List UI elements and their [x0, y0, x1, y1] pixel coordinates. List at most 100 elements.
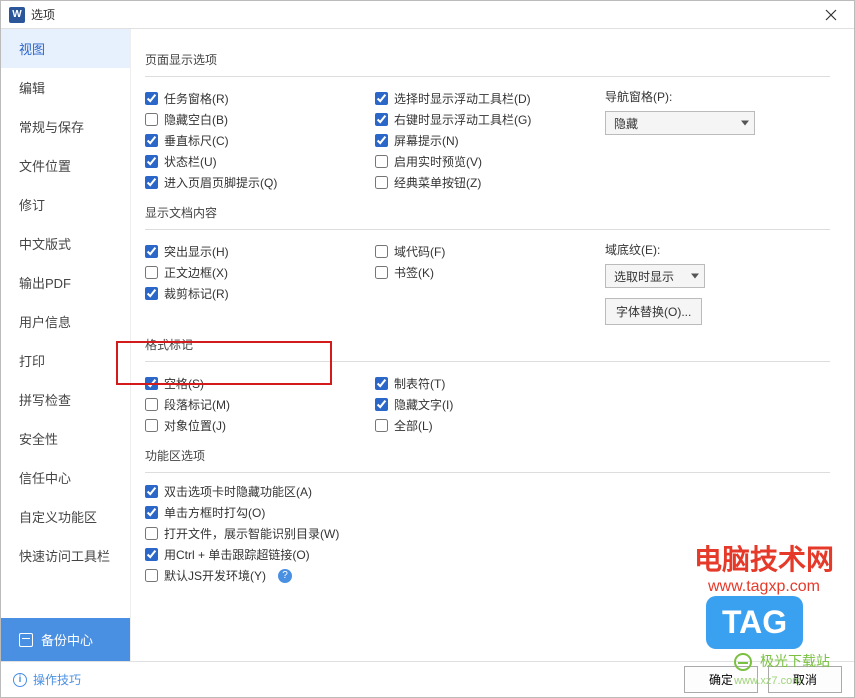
- titlebar: W 选项: [1, 1, 854, 29]
- font-substitution-button[interactable]: 字体替换(O)...: [605, 298, 702, 325]
- cb-header-footer-tip[interactable]: 进入页眉页脚提示(Q): [145, 172, 375, 193]
- cb-hide-blank[interactable]: 隐藏空白(B): [145, 109, 375, 130]
- sidebar-item-output-pdf[interactable]: 输出PDF: [1, 263, 130, 302]
- cb-bookmarks[interactable]: 书签(K): [375, 262, 605, 283]
- sidebar: 视图 编辑 常规与保存 文件位置 修订 中文版式 输出PDF 用户信息 打印 拼…: [1, 29, 131, 661]
- cb-vertical-ruler-input[interactable]: [145, 134, 158, 147]
- sidebar-item-general-save[interactable]: 常规与保存: [1, 107, 130, 146]
- cb-paragraph-marks[interactable]: 段落标记(M): [145, 394, 375, 415]
- sidebar-item-chinese-layout[interactable]: 中文版式: [1, 224, 130, 263]
- backup-center-button[interactable]: 备份中心: [1, 618, 130, 661]
- cb-field-codes-input[interactable]: [375, 245, 388, 258]
- cb-live-preview[interactable]: 启用实时预览(V): [375, 151, 605, 172]
- nav-pane-value: 隐藏: [614, 115, 638, 132]
- nav-pane-label: 导航窗格(P):: [605, 88, 805, 105]
- cb-paragraph-marks-input[interactable]: [145, 398, 158, 411]
- section-title-format-marks: 格式标记: [145, 336, 830, 355]
- cb-hidden-text-input[interactable]: [375, 398, 388, 411]
- cb-text-border[interactable]: 正文边框(X): [145, 262, 375, 283]
- cb-ctrl-click-hyperlink-input[interactable]: [145, 548, 158, 561]
- sidebar-item-quick-access[interactable]: 快速访问工具栏: [1, 536, 130, 575]
- sidebar-item-edit[interactable]: 编辑: [1, 68, 130, 107]
- tips-icon: i: [13, 673, 27, 687]
- cb-highlight[interactable]: 突出显示(H): [145, 241, 375, 262]
- section-title-page-display: 页面显示选项: [145, 51, 830, 70]
- sidebar-item-user-info[interactable]: 用户信息: [1, 302, 130, 341]
- chevron-down-icon: [691, 274, 699, 279]
- cb-object-position[interactable]: 对象位置(J): [145, 415, 375, 436]
- cb-field-codes[interactable]: 域代码(F): [375, 241, 605, 262]
- cb-vertical-ruler[interactable]: 垂直标尺(C): [145, 130, 375, 151]
- help-icon[interactable]: ?: [278, 569, 292, 583]
- tips-link[interactable]: 操作技巧: [33, 671, 81, 688]
- cb-highlight-input[interactable]: [145, 245, 158, 258]
- app-icon: W: [9, 7, 25, 23]
- watermark-jiguang: 极光下载站 www.xz7.com: [734, 651, 830, 687]
- sidebar-item-print[interactable]: 打印: [1, 341, 130, 380]
- sidebar-item-customize-ribbon[interactable]: 自定义功能区: [1, 497, 130, 536]
- cb-open-smart-toc[interactable]: 打开文件，展示智能识别目录(W): [145, 523, 830, 544]
- cb-spaces-input[interactable]: [145, 377, 158, 390]
- cb-open-smart-toc-input[interactable]: [145, 527, 158, 540]
- backup-label: 备份中心: [41, 630, 93, 649]
- cb-dblclick-hide-ribbon-input[interactable]: [145, 485, 158, 498]
- dialog-body: 视图 编辑 常规与保存 文件位置 修订 中文版式 输出PDF 用户信息 打印 拼…: [1, 29, 854, 661]
- cb-hide-blank-input[interactable]: [145, 113, 158, 126]
- cb-float-toolbar-select-input[interactable]: [375, 92, 388, 105]
- watermark-jiguang-title: 极光下载站: [760, 653, 830, 669]
- divider: [145, 361, 830, 362]
- sidebar-item-file-locations[interactable]: 文件位置: [1, 146, 130, 185]
- cb-click-box-check-input[interactable]: [145, 506, 158, 519]
- field-shading-label: 域底纹(E):: [605, 241, 805, 258]
- section-title-doc-content: 显示文档内容: [145, 204, 830, 223]
- cb-dblclick-hide-ribbon[interactable]: 双击选项卡时隐藏功能区(A): [145, 481, 830, 502]
- sidebar-item-trust-center[interactable]: 信任中心: [1, 458, 130, 497]
- cb-task-pane-input[interactable]: [145, 92, 158, 105]
- divider: [145, 472, 830, 473]
- cb-ctrl-click-hyperlink[interactable]: 用Ctrl + 单击跟踪超链接(O): [145, 544, 830, 565]
- cb-screen-tips-input[interactable]: [375, 134, 388, 147]
- backup-icon: [19, 633, 33, 647]
- cb-crop-marks-input[interactable]: [145, 287, 158, 300]
- close-button[interactable]: [816, 4, 846, 26]
- cb-bookmarks-input[interactable]: [375, 266, 388, 279]
- cb-live-preview-input[interactable]: [375, 155, 388, 168]
- watermark-jiguang-url: www.xz7.com: [734, 675, 801, 687]
- cb-click-box-check[interactable]: 单击方框时打勾(O): [145, 502, 830, 523]
- cb-task-pane[interactable]: 任务窗格(R): [145, 88, 375, 109]
- divider: [145, 229, 830, 230]
- cb-tabs-input[interactable]: [375, 377, 388, 390]
- section-title-ribbon-opts: 功能区选项: [145, 447, 830, 466]
- cb-status-bar[interactable]: 状态栏(U): [145, 151, 375, 172]
- content-panel: 页面显示选项 任务窗格(R) 隐藏空白(B) 垂直标尺(C) 状态栏(U) 进入…: [131, 29, 854, 661]
- options-dialog: W 选项 视图 编辑 常规与保存 文件位置 修订 中文版式 输出PDF 用户信息…: [0, 0, 855, 698]
- cb-classic-menu[interactable]: 经典菜单按钮(Z): [375, 172, 605, 193]
- cb-crop-marks[interactable]: 裁剪标记(R): [145, 283, 375, 304]
- cb-all-marks[interactable]: 全部(L): [375, 415, 605, 436]
- chevron-down-icon: [741, 121, 749, 126]
- cb-default-js-env[interactable]: 默认JS开发环境(Y)?: [145, 565, 830, 586]
- cb-status-bar-input[interactable]: [145, 155, 158, 168]
- cb-float-toolbar-rightclick[interactable]: 右键时显示浮动工具栏(G): [375, 109, 605, 130]
- cb-default-js-env-input[interactable]: [145, 569, 158, 582]
- cb-classic-menu-input[interactable]: [375, 176, 388, 189]
- cb-spaces[interactable]: 空格(S): [145, 373, 375, 394]
- cb-float-toolbar-rightclick-input[interactable]: [375, 113, 388, 126]
- cb-all-marks-input[interactable]: [375, 419, 388, 432]
- cb-float-toolbar-select[interactable]: 选择时显示浮动工具栏(D): [375, 88, 605, 109]
- cb-header-footer-tip-input[interactable]: [145, 176, 158, 189]
- sidebar-item-revisions[interactable]: 修订: [1, 185, 130, 224]
- cb-tabs[interactable]: 制表符(T): [375, 373, 605, 394]
- cb-hidden-text[interactable]: 隐藏文字(I): [375, 394, 605, 415]
- field-shading-select[interactable]: 选取时显示: [605, 264, 705, 288]
- cb-text-border-input[interactable]: [145, 266, 158, 279]
- sidebar-item-view[interactable]: 视图: [1, 29, 130, 68]
- cb-screen-tips[interactable]: 屏幕提示(N): [375, 130, 605, 151]
- field-shading-value: 选取时显示: [614, 268, 674, 285]
- dialog-footer: i 操作技巧 确定 取消: [1, 661, 854, 697]
- cb-object-position-input[interactable]: [145, 419, 158, 432]
- sidebar-item-spellcheck[interactable]: 拼写检查: [1, 380, 130, 419]
- close-icon: [825, 9, 837, 21]
- sidebar-item-security[interactable]: 安全性: [1, 419, 130, 458]
- nav-pane-select[interactable]: 隐藏: [605, 111, 755, 135]
